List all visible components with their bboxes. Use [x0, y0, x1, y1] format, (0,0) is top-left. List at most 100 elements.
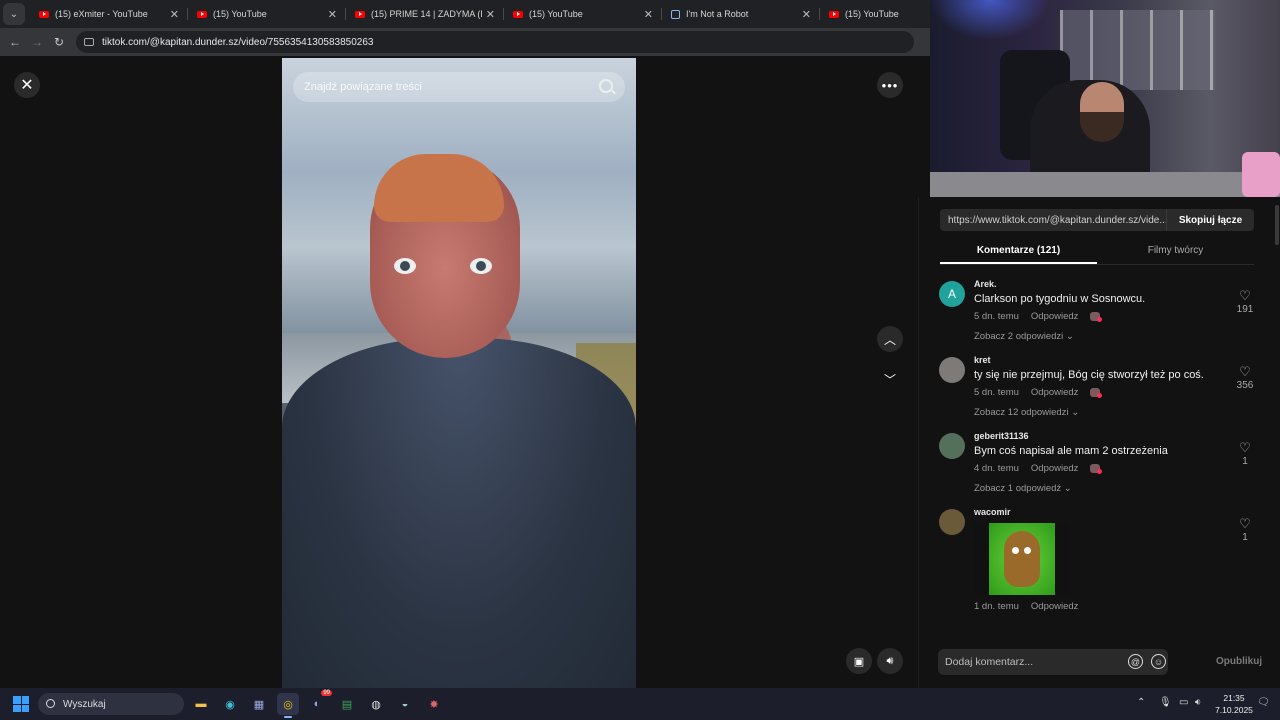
like-button[interactable]: ♡ 191	[1230, 289, 1260, 315]
search-icon	[46, 699, 55, 708]
reply-button[interactable]: Odpowiedz	[1031, 463, 1079, 474]
comment-username[interactable]: geberit31136	[974, 431, 1224, 441]
taskbar-search[interactable]: Wyszukaj	[38, 693, 184, 715]
avatar[interactable]	[939, 509, 965, 535]
reply-button[interactable]: Odpowiedz	[1031, 387, 1079, 398]
panel-scrollbar[interactable]	[1275, 205, 1279, 245]
like-button[interactable]: ♡ 1	[1230, 517, 1260, 543]
windows-start-icon[interactable]	[13, 696, 29, 712]
creator-liked-icon	[1090, 312, 1103, 322]
browser-tab[interactable]: (15) YouTube ✕	[503, 0, 661, 28]
floating-player-button[interactable]: ▣	[846, 648, 872, 674]
site-info-icon[interactable]	[84, 38, 94, 46]
comment-sticker-image[interactable]	[974, 523, 1070, 595]
creator-liked-icon	[1090, 388, 1103, 398]
excel-icon[interactable]: ▤	[336, 693, 358, 715]
close-icon[interactable]: ✕	[170, 8, 179, 21]
store-icon[interactable]: ▦	[248, 693, 270, 715]
browser-tab[interactable]: (15) YouTube	[819, 0, 919, 28]
heart-icon: ♡	[1239, 364, 1251, 379]
next-video-button[interactable]: ﹀	[877, 366, 903, 392]
view-replies-button[interactable]: Zobacz 12 odpowiedzi ⌄	[974, 407, 1224, 418]
network-icon[interactable]: ▭	[1179, 697, 1188, 708]
discord-icon[interactable]: ◐ 99	[306, 690, 332, 715]
search-icon[interactable]	[599, 79, 613, 93]
taskbar-search-label: Wyszukaj	[63, 698, 106, 710]
forward-arrow-icon[interactable]: →	[26, 35, 48, 49]
webcam-shelf	[1060, 10, 1215, 90]
file-explorer-icon[interactable]: ▬	[190, 693, 212, 715]
close-icon[interactable]: ✕	[486, 8, 495, 21]
reply-button[interactable]: Odpowiedz	[1031, 601, 1079, 612]
previous-video-button[interactable]: ︿	[877, 326, 903, 352]
video-player[interactable]: Znajdź powiązane treści	[282, 58, 636, 688]
avatar[interactable]	[939, 433, 965, 459]
tab-title: (15) YouTube	[529, 9, 583, 19]
comment-time: 1 dn. temu	[974, 601, 1019, 612]
edge-icon[interactable]: ◉	[219, 693, 241, 715]
comment-username[interactable]: Arek.	[974, 279, 1224, 289]
chevron-down-icon: ﹀	[883, 372, 896, 387]
browser-tab[interactable]: (15) YouTube ✕	[187, 0, 345, 28]
like-button[interactable]: ♡ 1	[1230, 441, 1260, 467]
related-search-input[interactable]: Znajdź powiązane treści	[293, 72, 625, 102]
youtube-icon	[829, 10, 839, 18]
chevron-down-icon: ⌄	[1065, 331, 1074, 342]
pip-icon: ▣	[853, 655, 865, 668]
copy-link-button[interactable]: Skopiuj łącze	[1166, 209, 1254, 231]
close-icon[interactable]: ✕	[644, 8, 653, 21]
tab-creator-videos[interactable]: Filmy twórcy	[1097, 239, 1254, 264]
notification-icon[interactable]: 🗨︎	[1257, 697, 1270, 708]
volume-icon[interactable]: 🔉︎	[1195, 697, 1201, 708]
close-viewer-button[interactable]: ✕	[14, 72, 40, 98]
share-url-row: https://www.tiktok.com/@kapitan.dunder.s…	[940, 209, 1254, 231]
close-icon[interactable]: ✕	[328, 8, 337, 21]
avatar[interactable]	[939, 357, 965, 383]
comment-text: Bym coś napisał ale mam 2 ostrzeżenia	[974, 445, 1168, 457]
reply-button[interactable]: Odpowiedz	[1031, 311, 1079, 322]
clock-time: 21:35	[1223, 693, 1245, 703]
view-replies-button[interactable]: Zobacz 2 odpowiedzi ⌄	[974, 331, 1224, 342]
microphone-icon[interactable]: 🎙︎	[1159, 697, 1172, 708]
browser-tab[interactable]: I'm Not a Robot ✕	[661, 0, 819, 28]
speaker-icon: 🔊︎	[886, 654, 894, 667]
webcam-light-glow	[930, 0, 1050, 40]
youtube-icon	[39, 10, 49, 18]
video-person-eye-right	[470, 258, 492, 274]
browser-tab[interactable]: (15) eXmiter - YouTube ✕	[29, 0, 187, 28]
add-comment-input[interactable]: Dodaj komentarz... @ ☺	[938, 649, 1168, 675]
taskbar-clock[interactable]: 21:35 7.10.2025	[1213, 692, 1255, 716]
volume-button[interactable]: 🔊︎	[877, 648, 903, 674]
close-icon[interactable]: ✕	[802, 8, 811, 21]
app-icon[interactable]: ✸	[423, 693, 445, 715]
more-options-button[interactable]: •••	[877, 72, 903, 98]
reload-icon[interactable]: ↻	[48, 35, 70, 49]
mention-icon[interactable]: @	[1128, 654, 1143, 669]
url-text: tiktok.com/@kapitan.dunder.sz/video/7556…	[102, 36, 374, 48]
webcam-cup	[1242, 152, 1280, 197]
tab-search-button[interactable]: ⌄	[3, 3, 25, 25]
browser-tab[interactable]: (15) PRIME 14 | ZADYMA (DŻAB ✕	[345, 0, 503, 28]
comment-username[interactable]: kret	[974, 355, 1224, 365]
share-url-field[interactable]: https://www.tiktok.com/@kapitan.dunder.s…	[940, 215, 1166, 226]
comment-username[interactable]: wacomir	[974, 507, 1224, 517]
chevron-down-icon: ⌄	[9, 8, 19, 20]
tab-title: (15) YouTube	[213, 9, 267, 19]
chevron-up-icon[interactable]: ⌃	[1137, 697, 1145, 708]
webcam-desk	[930, 172, 1280, 197]
tab-comments[interactable]: Komentarze (121)	[940, 239, 1097, 264]
like-button[interactable]: ♡ 356	[1230, 365, 1260, 391]
back-arrow-icon[interactable]: ←	[4, 35, 26, 49]
comment-text: ty się nie przejmuj, Bóg cię stworzył te…	[974, 369, 1204, 381]
url-field[interactable]: tiktok.com/@kapitan.dunder.sz/video/7556…	[76, 31, 914, 53]
publish-button[interactable]: Opublikuj	[1216, 656, 1262, 667]
emoji-icon[interactable]: ☺	[1151, 654, 1166, 669]
avatar[interactable]: A	[939, 281, 965, 307]
obs-icon[interactable]: ◍	[365, 693, 387, 715]
tab-title: (15) PRIME 14 | ZADYMA (DŻAB	[371, 9, 482, 19]
steam-icon[interactable]: ◒	[394, 693, 416, 715]
comment-text: Clarkson po tygodniu w Sosnowcu.	[974, 293, 1146, 305]
view-replies-button[interactable]: Zobacz 1 odpowiedź ⌄	[974, 483, 1224, 494]
chrome-icon[interactable]: ◎	[277, 693, 299, 718]
ellipsis-icon: •••	[881, 77, 899, 93]
